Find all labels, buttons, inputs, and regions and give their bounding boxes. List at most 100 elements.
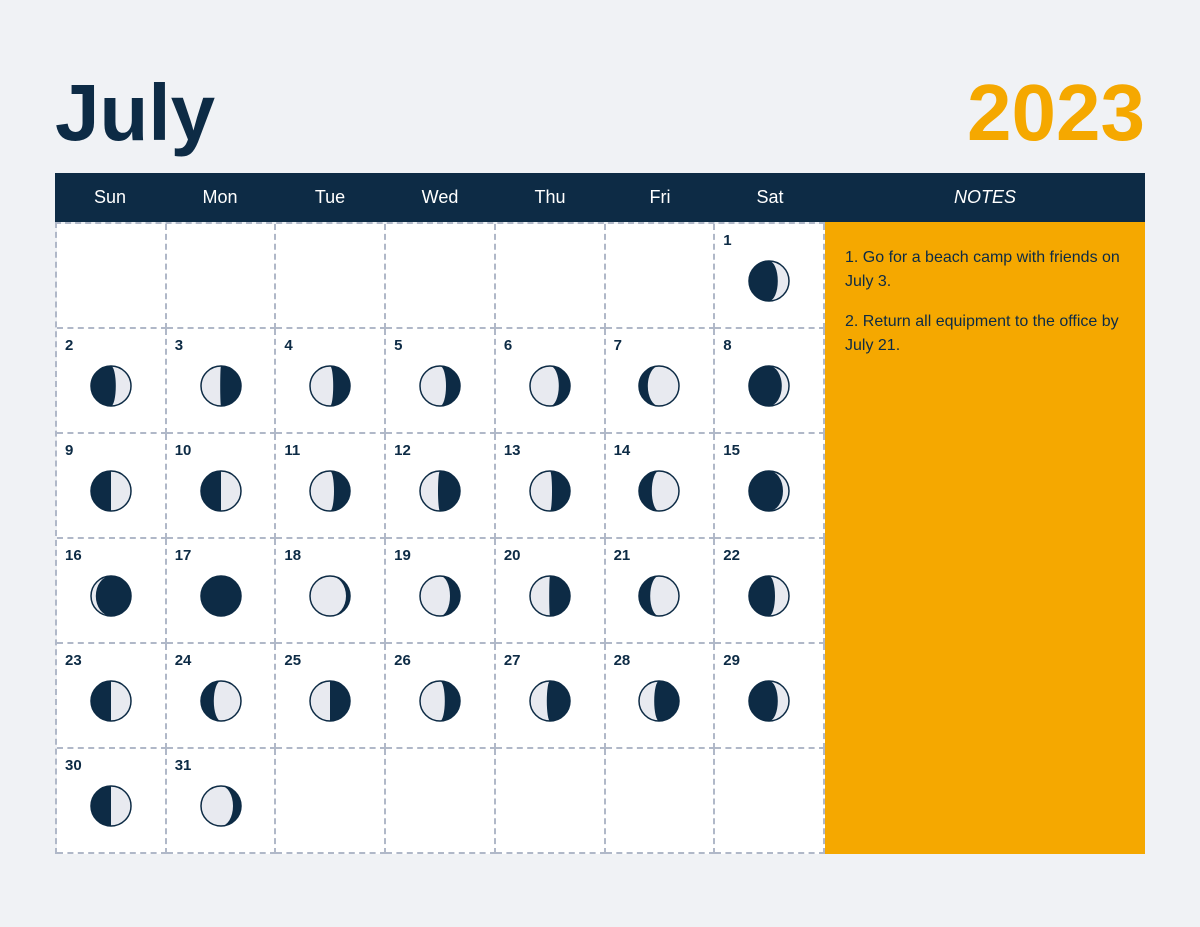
day-cell-3: 3 — [167, 329, 277, 434]
day-cell-5: 5 — [386, 329, 496, 434]
moon-phase-icon — [175, 780, 267, 832]
moon-phase-icon — [65, 780, 157, 832]
moon-phase-icon — [65, 360, 157, 412]
day-number: 14 — [614, 442, 631, 459]
day-cell-10: 10 — [167, 434, 277, 539]
header-tue: Tue — [275, 173, 385, 222]
day-cell-11: 11 — [276, 434, 386, 539]
day-cell-24: 24 — [167, 644, 277, 749]
day-cell-26: 26 — [386, 644, 496, 749]
day-number: 7 — [614, 337, 622, 354]
day-cell — [386, 749, 496, 854]
day-cell-27: 27 — [496, 644, 606, 749]
day-cell-23: 23 — [57, 644, 167, 749]
day-cell-9: 9 — [57, 434, 167, 539]
day-number: 4 — [284, 337, 292, 354]
moon-phase-icon — [394, 360, 486, 412]
day-number: 1 — [723, 232, 731, 249]
day-number: 11 — [284, 442, 300, 459]
moon-phase-icon — [723, 570, 815, 622]
day-cell-1: 1 — [715, 224, 825, 329]
day-number: 29 — [723, 652, 740, 669]
day-number: 8 — [723, 337, 731, 354]
moon-phase-icon — [284, 675, 376, 727]
day-cell-31: 31 — [167, 749, 277, 854]
header-wed: Wed — [385, 173, 495, 222]
calendar-container: July 2023 Sun Mon Tue Wed Thu Fri Sat NO… — [25, 43, 1175, 884]
day-cell-12: 12 — [386, 434, 496, 539]
moon-phase-icon — [394, 675, 486, 727]
moon-phase-icon — [394, 465, 486, 517]
day-cell-22: 22 — [715, 539, 825, 644]
day-cell — [496, 749, 606, 854]
day-number: 30 — [65, 757, 82, 774]
moon-phase-icon — [614, 675, 706, 727]
notes-header: NOTES — [825, 173, 1145, 222]
moon-phase-icon — [614, 570, 706, 622]
note-item: 2. Return all equipment to the office by… — [845, 310, 1125, 358]
day-cell-25: 25 — [276, 644, 386, 749]
day-cell — [606, 749, 716, 854]
moon-phase-icon — [723, 360, 815, 412]
notes-panel: 1. Go for a beach camp with friends on J… — [825, 222, 1145, 854]
day-number: 22 — [723, 547, 740, 564]
moon-phase-icon — [504, 465, 596, 517]
day-cell-7: 7 — [606, 329, 716, 434]
day-number: 13 — [504, 442, 521, 459]
day-number: 25 — [284, 652, 301, 669]
day-cell-28: 28 — [606, 644, 716, 749]
moon-phase-icon — [284, 465, 376, 517]
day-number: 26 — [394, 652, 411, 669]
moon-phase-icon — [175, 675, 267, 727]
day-number: 20 — [504, 547, 521, 564]
moon-phase-icon — [284, 360, 376, 412]
moon-phase-icon — [504, 675, 596, 727]
moon-phase-icon — [723, 255, 815, 307]
moon-phase-icon — [65, 675, 157, 727]
calendar-header: July 2023 — [55, 73, 1145, 153]
day-cell-29: 29 — [715, 644, 825, 749]
moon-phase-icon — [723, 675, 815, 727]
day-number: 5 — [394, 337, 402, 354]
day-number: 3 — [175, 337, 183, 354]
header-sun: Sun — [55, 173, 165, 222]
day-cell — [167, 224, 277, 329]
calendar-grid: 1 2 3 4 5 6 7 8 9 10 11 — [55, 222, 825, 854]
day-cell — [57, 224, 167, 329]
day-number: 10 — [175, 442, 192, 459]
year-title: 2023 — [967, 73, 1145, 153]
day-cell-18: 18 — [276, 539, 386, 644]
day-number: 31 — [175, 757, 192, 774]
day-number: 24 — [175, 652, 192, 669]
day-cell-17: 17 — [167, 539, 277, 644]
moon-phase-icon — [175, 360, 267, 412]
moon-phase-icon — [175, 465, 267, 517]
day-cell-13: 13 — [496, 434, 606, 539]
day-cell-19: 19 — [386, 539, 496, 644]
day-cell-15: 15 — [715, 434, 825, 539]
moon-phase-icon — [504, 360, 596, 412]
moon-phase-icon — [284, 570, 376, 622]
day-cell — [276, 224, 386, 329]
day-number: 15 — [723, 442, 740, 459]
day-number: 12 — [394, 442, 411, 459]
day-cell — [496, 224, 606, 329]
day-number: 2 — [65, 337, 73, 354]
month-title: July — [55, 73, 215, 153]
day-number: 16 — [65, 547, 82, 564]
note-item: 1. Go for a beach camp with friends on J… — [845, 246, 1125, 294]
day-cell-16: 16 — [57, 539, 167, 644]
day-cell-30: 30 — [57, 749, 167, 854]
day-number: 23 — [65, 652, 82, 669]
moon-phase-icon — [614, 360, 706, 412]
moon-phase-icon — [723, 465, 815, 517]
moon-phase-icon — [65, 570, 157, 622]
moon-phase-icon — [394, 570, 486, 622]
day-number: 9 — [65, 442, 73, 459]
header-sat: Sat — [715, 173, 825, 222]
moon-phase-icon — [504, 570, 596, 622]
day-number: 21 — [614, 547, 631, 564]
day-cell-6: 6 — [496, 329, 606, 434]
day-cell — [715, 749, 825, 854]
calendar-body: 1 2 3 4 5 6 7 8 9 10 11 — [55, 222, 1145, 854]
